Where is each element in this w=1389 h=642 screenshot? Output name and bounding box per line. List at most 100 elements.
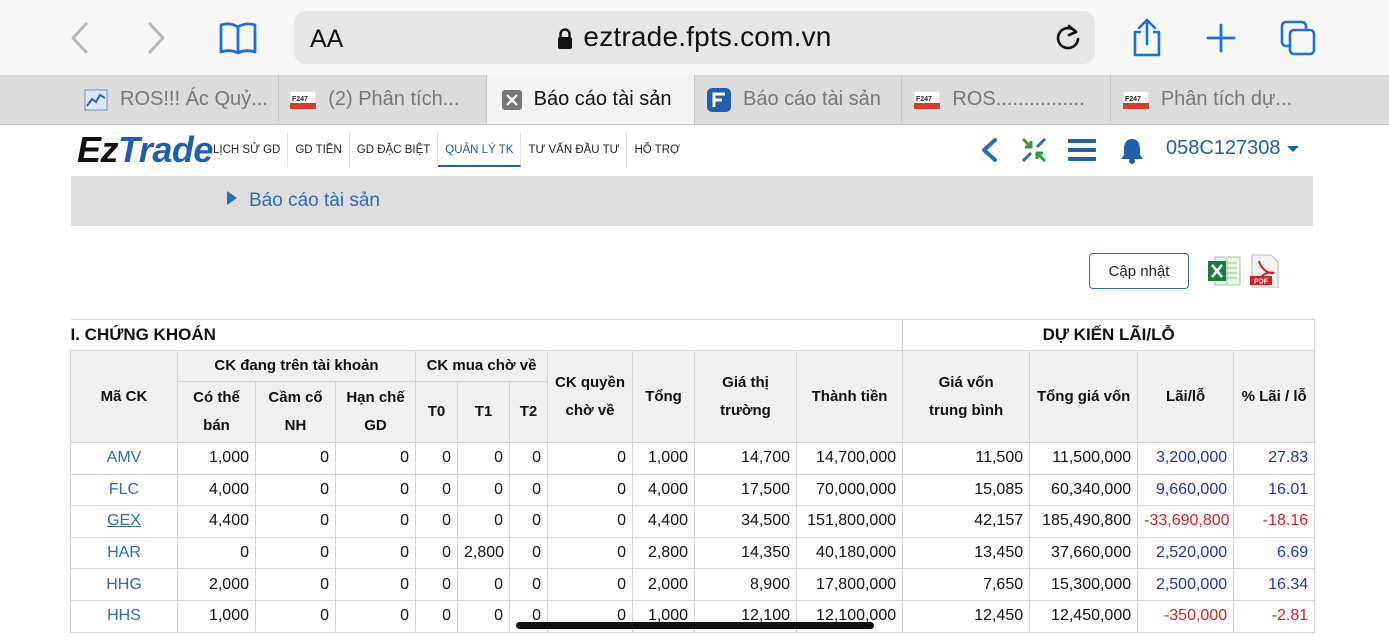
excel-export-icon[interactable]	[1207, 255, 1241, 287]
cell-t2: 0	[509, 473, 548, 507]
header-row-1: Mã CK CK đang trên tài khoản CK mua chờ …	[70, 349, 1316, 443]
stock-code-link[interactable]: AMV	[70, 442, 178, 475]
table-row: GEX 4,400 0 0 0 0 0 0 4,400 34,500 151,800,000 42,1…	[70, 505, 1316, 538]
cell-t1: 0	[457, 599, 510, 633]
account-selector[interactable]: 058C127308	[1166, 137, 1300, 160]
tab-phan-tich-2[interactable]: F247 (2) Phân tích...	[279, 75, 487, 124]
cell-t0: 0	[415, 442, 458, 475]
plus-icon	[1206, 23, 1236, 53]
chevron-right-icon	[148, 22, 165, 54]
cell-tong-gia-von: 15,300,000	[1029, 568, 1139, 601]
stock-code-link[interactable]: HAR	[70, 536, 178, 570]
menu-quan-ly-tk[interactable]: QUẢN LÝ TK	[438, 133, 522, 167]
svg-text:F247: F247	[292, 96, 308, 103]
f247-icon: F247	[290, 90, 317, 109]
cell-gia-von: 42,157	[902, 505, 1031, 538]
menu-tu-van-dau-tu[interactable]: TƯ VẤN ĐẦU TƯ	[521, 133, 628, 167]
cell-tong: 4,000	[632, 473, 695, 507]
cell-quyen: 0	[547, 473, 633, 507]
cell-gia-tt: 34,500	[694, 505, 797, 538]
cell-thanh-tien: 151,800,000	[795, 505, 904, 538]
pdf-label: PDF	[1254, 279, 1269, 286]
cell-tong-gia-von: 11,500,000	[1029, 442, 1139, 475]
cell-t1: 0	[457, 442, 510, 475]
svg-text:F247: F247	[1125, 96, 1141, 103]
scroll-indicator[interactable]	[516, 622, 874, 629]
cell-cam-co: 0	[255, 599, 336, 633]
tabs-overview-button[interactable]	[1278, 18, 1318, 58]
reload-icon	[1056, 24, 1080, 50]
table-row: HHG 2,000 0 0 0 0 0 0 2,000 8,900 17,800,000 7,650 1…	[70, 568, 1316, 601]
cell-co-the-ban: 4,000	[177, 473, 256, 507]
new-tab-button[interactable]	[1201, 18, 1241, 58]
tab-bao-cao-tai-san[interactable]: Báo cáo tài sản	[695, 75, 903, 124]
hamburger-menu-icon[interactable]	[1067, 137, 1097, 163]
menu-lich-su-gd[interactable]: LỊCH SỬ GD	[206, 133, 289, 167]
update-button[interactable]: Cập nhật	[1089, 253, 1189, 289]
cell-gia-tt: 17,500	[694, 473, 797, 507]
cell-t0: 0	[415, 568, 458, 601]
table-body: AMV 1,000 0 0 0 0 0 0 1,000 14,700 14,700,000 11,50…	[70, 442, 1316, 633]
book-icon	[219, 22, 257, 55]
share-button[interactable]	[1127, 18, 1167, 58]
pdf-export-icon[interactable]: PDF	[1247, 254, 1281, 288]
tab-phan-tich-du[interactable]: F247 Phân tích dự...	[1111, 75, 1389, 124]
col-gia-tt: Giá thị trường	[694, 350, 797, 443]
col-gia-von-tb: Giá vốn trung bình	[902, 350, 1031, 443]
url-display[interactable]: eztrade.fpts.com.vn	[294, 21, 1095, 53]
menu-ho-tro[interactable]: HỖ TRỢ	[627, 133, 686, 167]
cell-tong: 1,000	[632, 442, 695, 475]
bell-icon[interactable]	[1119, 136, 1145, 164]
table-row: AMV 1,000 0 0 0 0 0 0 1,000 14,700 14,700,000 11,50…	[70, 442, 1316, 475]
reload-button[interactable]	[1055, 23, 1081, 56]
breadcrumb-band: Báo cáo tài sản	[71, 176, 1313, 226]
cell-han-che: 0	[335, 536, 416, 570]
cell-lai-lo: -350,000	[1137, 599, 1235, 633]
cell-t0: 0	[415, 505, 458, 538]
shrink-icon[interactable]	[1019, 135, 1049, 165]
cell-gia-tt: 8,900	[694, 568, 797, 601]
header-icons	[975, 135, 1145, 165]
forward-button[interactable]	[136, 18, 176, 58]
cell-co-the-ban: 2,000	[177, 568, 256, 601]
bookmarks-button[interactable]	[218, 18, 258, 58]
stock-code-link[interactable]: HHG	[70, 568, 178, 601]
cell-pct: 27.83	[1233, 442, 1316, 475]
triangle-right-icon	[227, 191, 237, 205]
col-thanh-tien: Thành tiền	[795, 350, 904, 443]
stock-code-link[interactable]: HHS	[70, 599, 178, 633]
col-ma-ck: Mã CK	[70, 350, 178, 443]
cell-gia-tt: 14,700	[694, 442, 797, 475]
cell-quyen: 0	[547, 505, 633, 538]
tab-bao-cao-tai-san-active[interactable]: Báo cáo tài sản	[486, 75, 696, 124]
tab-ros-dots[interactable]: F247 ROS................	[902, 75, 1111, 124]
stock-code-link[interactable]: FLC	[70, 473, 178, 507]
cell-t2: 0	[509, 505, 548, 538]
cell-gia-von: 15,085	[902, 473, 1031, 507]
cell-t1: 2,800	[457, 536, 510, 570]
menu-gd-tien[interactable]: GD TIỀN	[288, 133, 350, 167]
tab-ros-ac-quy[interactable]: ROS!!! Ác Quỷ...	[0, 75, 280, 124]
cell-lai-lo: 9,660,000	[1137, 473, 1235, 507]
cell-cam-co: 0	[255, 442, 336, 475]
close-icon[interactable]	[501, 89, 522, 110]
tab-title: Phân tích dự...	[1160, 88, 1293, 110]
back-button[interactable]	[60, 18, 100, 58]
col-lai-lo: Lãi/lỗ	[1137, 350, 1235, 443]
col-t0: T0	[415, 381, 458, 443]
col-co-the-ban: Có thể bán	[177, 381, 256, 443]
cell-tong: 2,800	[632, 536, 695, 570]
cell-tong-gia-von: 185,490,800	[1029, 505, 1139, 538]
cell-t2: 0	[509, 568, 548, 601]
stock-code-link[interactable]: GEX	[70, 505, 178, 538]
cell-gia-von: 11,500	[902, 442, 1031, 475]
cell-han-che: 0	[335, 599, 416, 633]
address-bar[interactable]: AA eztrade.fpts.com.vn	[294, 11, 1095, 64]
breadcrumb[interactable]: Báo cáo tài sản	[227, 190, 380, 212]
cell-pct: 6.69	[1233, 536, 1316, 570]
eztrade-logo[interactable]: EzTrade	[77, 129, 213, 171]
cell-cam-co: 0	[255, 473, 336, 507]
menu-gd-dac-biet[interactable]: GD ĐẶC BIỆT	[350, 133, 439, 167]
collapse-left-icon[interactable]	[975, 135, 1005, 165]
cell-t1: 0	[457, 505, 510, 538]
